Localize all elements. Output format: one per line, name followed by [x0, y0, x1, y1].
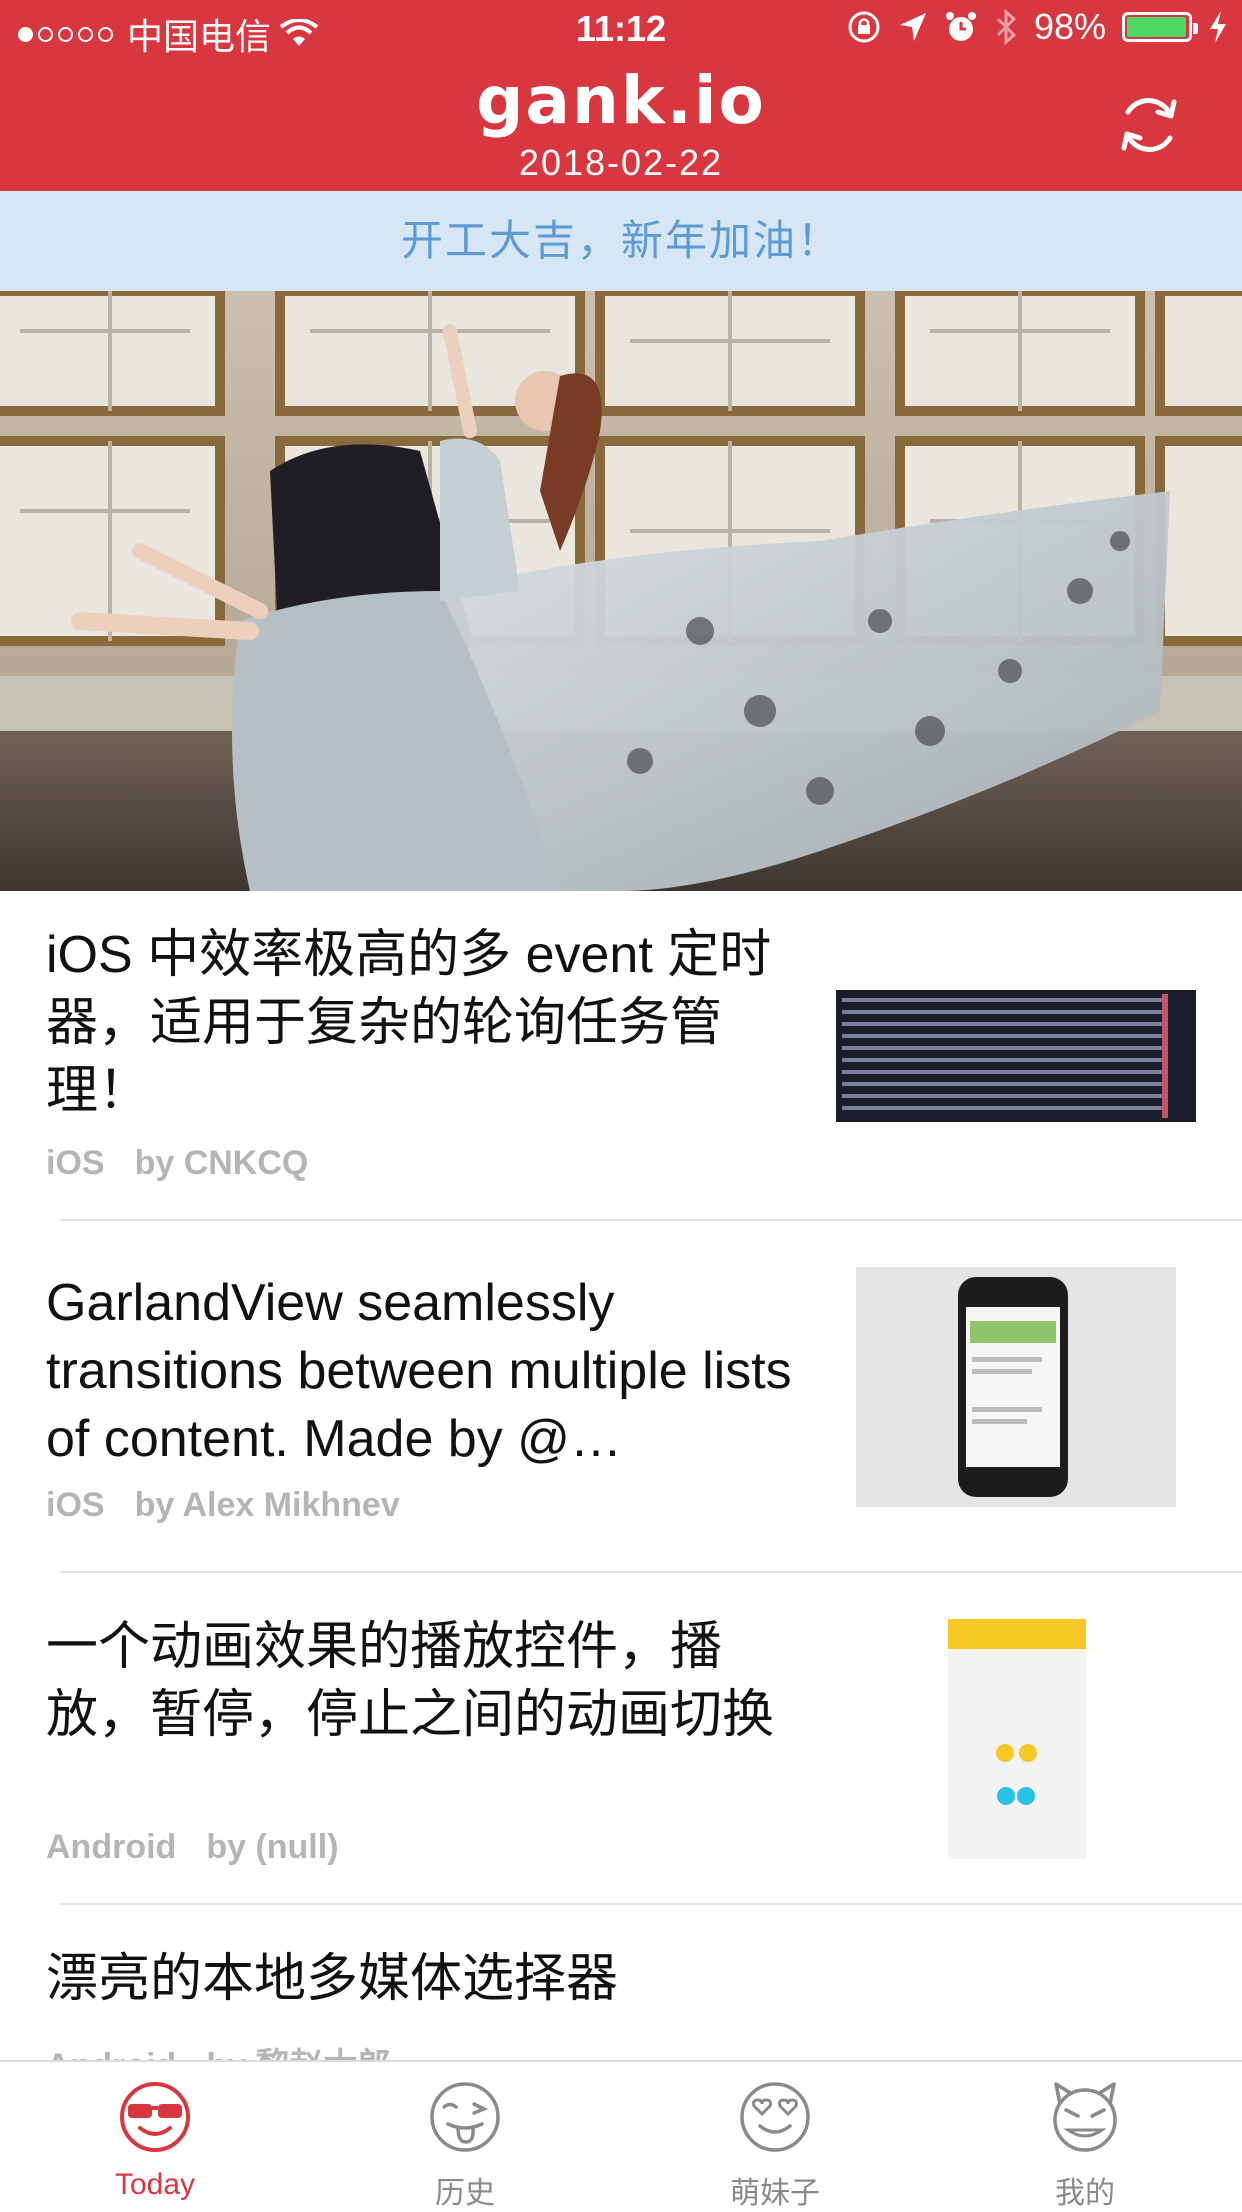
list-item[interactable]: GarlandView seamlessly transitions betwe…	[0, 1221, 1242, 1571]
tab-girls[interactable]: 萌妹子	[620, 2062, 930, 2210]
article-title: iOS 中效率极高的多 event 定时器，适用于复杂的轮询任务管理！	[46, 926, 772, 1120]
tab-mine[interactable]: 我的	[930, 2062, 1240, 2210]
navigation-bar: 中国电信 11:12 98% gank.io 2018-02-22	[0, 0, 1242, 191]
battery-icon	[1122, 12, 1198, 42]
tab-label: 我的	[1055, 2177, 1115, 2210]
announcement-banner: 开工大吉，新年加油！	[0, 191, 1242, 291]
featured-photo-art	[0, 291, 1242, 891]
tongue-face-icon	[430, 2082, 500, 2152]
article-thumbnail	[836, 990, 1196, 1122]
article-author: by Alex Mikhnev	[134, 1486, 400, 1524]
article-author: by CNKCQ	[134, 1144, 309, 1182]
tab-history[interactable]: 历史	[310, 2062, 620, 2210]
bluetooth-icon	[996, 9, 1017, 45]
current-date: 2018-02-22	[518, 142, 724, 183]
article-author: by (null)	[206, 1828, 339, 1866]
charging-bolt-icon	[1210, 11, 1226, 43]
article-title: 一个动画效果的播放控件，播放，暂停，停止之间的动画切换	[46, 1618, 775, 1744]
tab-label: 历史	[435, 2177, 495, 2210]
tab-label: 萌妹子	[730, 2177, 820, 2210]
battery-level-fill	[1127, 17, 1186, 37]
location-arrow-icon	[899, 13, 926, 41]
list-item[interactable]: iOS 中效率极高的多 event 定时器，适用于复杂的轮询任务管理！ iOS b…	[0, 891, 1242, 1221]
sunglasses-face-icon	[120, 2082, 190, 2152]
article-thumbnail	[948, 1619, 1086, 1859]
article-category: Android	[46, 2047, 176, 2060]
article-title: GarlandView seamlessly transitions betwe…	[46, 1274, 792, 1468]
status-bar-right: 98%	[846, 6, 1228, 48]
article-meta: iOS by Alex Mikhnev	[46, 1486, 400, 1525]
alarm-clock-icon	[945, 12, 976, 41]
tab-bar: Today 历史 萌妹子 我的	[0, 2060, 1242, 2210]
status-bar: 中国电信 11:12 98%	[0, 0, 1242, 60]
list-item[interactable]: 漂亮的本地多媒体选择器 Android by 黎赵太郎	[0, 1905, 1242, 2060]
article-title: 漂亮的本地多媒体选择器	[46, 1950, 619, 2008]
tab-today[interactable]: Today	[0, 2062, 310, 2210]
devil-face-icon	[1053, 2082, 1117, 2152]
refresh-icon[interactable]	[1114, 90, 1184, 160]
tab-label: Today	[114, 2168, 196, 2201]
app-logo: gank.io	[476, 62, 766, 139]
article-category: iOS	[46, 1144, 105, 1182]
list-item[interactable]: 一个动画效果的播放控件，播放，暂停，停止之间的动画切换 Android by (n…	[0, 1573, 1242, 1903]
featured-photo[interactable]	[0, 291, 1242, 891]
article-meta: Android by (null)	[46, 1828, 339, 1867]
heart-eyes-face-icon	[740, 2082, 810, 2152]
article-author: by 黎赵太郎	[206, 2047, 391, 2060]
article-category: Android	[46, 1828, 177, 1866]
battery-percent: 98%	[1033, 6, 1106, 47]
article-thumbnail	[856, 1267, 1176, 1507]
article-category: iOS	[46, 1486, 105, 1524]
orientation-lock-icon	[848, 11, 880, 43]
article-meta: iOS by CNKCQ	[46, 1144, 308, 1183]
article-meta: Android by 黎赵太郎	[46, 2038, 391, 2060]
